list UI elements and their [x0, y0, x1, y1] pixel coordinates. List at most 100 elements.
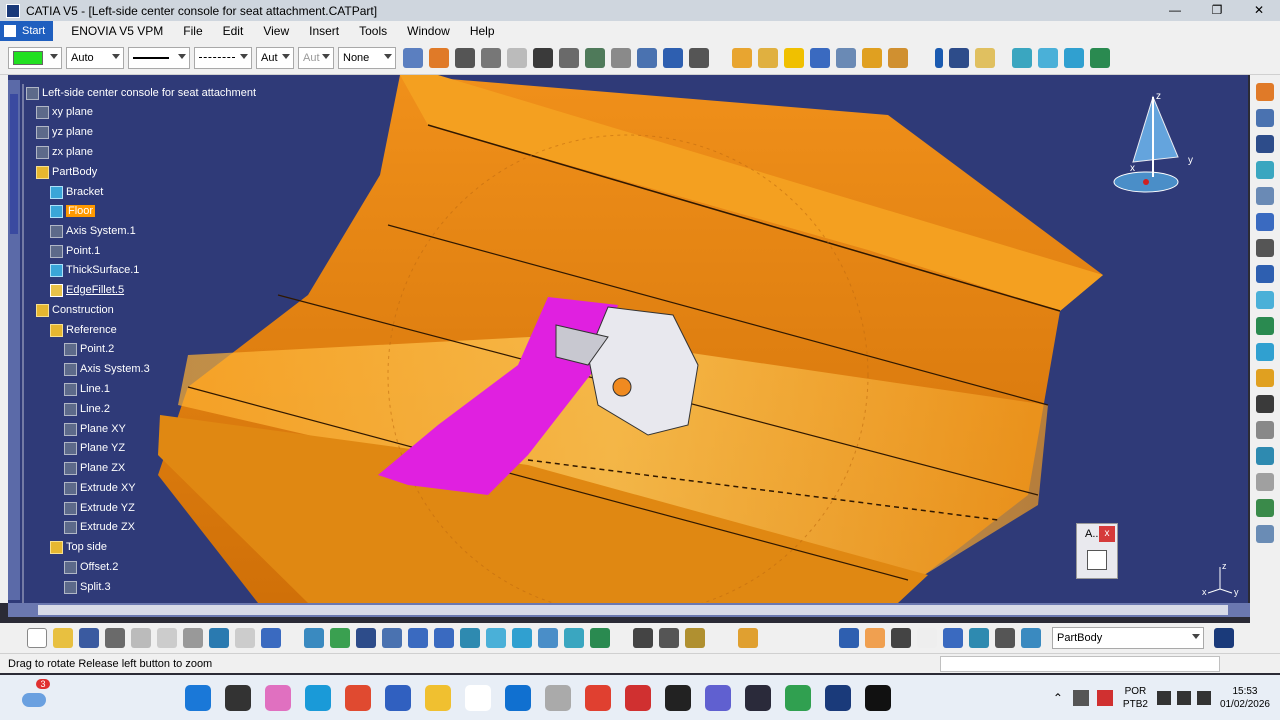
- grid-icon[interactable]: [533, 47, 553, 68]
- mouse-icon[interactable]: [545, 684, 571, 711]
- axis-tool-icon[interactable]: [891, 628, 911, 648]
- blend-icon[interactable]: [1256, 473, 1274, 491]
- position-sketch-icon[interactable]: [1256, 135, 1274, 153]
- menu-tools[interactable]: Tools: [349, 21, 397, 41]
- new-icon[interactable]: [27, 628, 47, 648]
- hide-show-icon[interactable]: [564, 628, 584, 648]
- formula-icon[interactable]: [455, 47, 475, 68]
- windows-start-icon[interactable]: [185, 684, 211, 711]
- restore-button[interactable]: ❐: [1196, 0, 1238, 21]
- pan-icon[interactable]: [356, 628, 376, 648]
- menu-view[interactable]: View: [253, 21, 299, 41]
- update-icon[interactable]: [839, 628, 859, 648]
- swap-space-icon[interactable]: [590, 628, 610, 648]
- print-icon[interactable]: [105, 628, 125, 648]
- catia-taskbar-icon[interactable]: [745, 684, 771, 711]
- multi-view-icon[interactable]: [486, 628, 506, 648]
- tree-node-reference[interactable]: Reference: [50, 321, 117, 339]
- layer-select[interactable]: None: [338, 46, 396, 69]
- redo-icon[interactable]: [235, 628, 255, 648]
- link-icon[interactable]: [507, 47, 527, 68]
- explorer-icon[interactable]: [425, 684, 451, 711]
- tree-node-floor[interactable]: Floor: [50, 202, 96, 220]
- pad-icon[interactable]: [732, 47, 752, 68]
- surface-icon[interactable]: [1038, 47, 1058, 68]
- language-indicator[interactable]: POR PTB2: [1123, 685, 1148, 711]
- extract-icon[interactable]: [1256, 213, 1274, 231]
- menu-enovia[interactable]: ENOVIA V5 VPM: [61, 21, 173, 41]
- fillet-tool-icon[interactable]: [1256, 239, 1274, 257]
- tree-node-line-1[interactable]: Line.1: [64, 380, 110, 398]
- multi-output-icon[interactable]: [1256, 421, 1274, 439]
- constraints-icon[interactable]: [969, 628, 989, 648]
- tree-node-point-1[interactable]: Point.1: [50, 242, 100, 260]
- thick-surface-icon[interactable]: [1064, 47, 1084, 68]
- measure-inertia-icon[interactable]: [685, 628, 705, 648]
- toolbar-overflow-icon[interactable]: [1256, 525, 1274, 543]
- menu-edit[interactable]: Edit: [213, 21, 254, 41]
- measure-item-icon[interactable]: [659, 628, 679, 648]
- tree-node-axis-system-1[interactable]: Axis System.1: [50, 222, 136, 240]
- comment-icon[interactable]: [481, 47, 501, 68]
- point-type-select[interactable]: Aut: [256, 46, 294, 69]
- minimize-button[interactable]: —: [1154, 0, 1196, 21]
- chrome-icon[interactable]: [585, 684, 611, 711]
- tree-node-thicksurface-1[interactable]: ThickSurface.1: [50, 261, 139, 279]
- tree-node-plane-yz[interactable]: Plane YZ: [64, 439, 125, 457]
- network-icon[interactable]: [1072, 689, 1089, 706]
- rotate-icon[interactable]: [382, 628, 402, 648]
- open-icon[interactable]: [53, 628, 73, 648]
- chrome-profile-icon[interactable]: [785, 684, 811, 711]
- 3d-viewport[interactable]: z x y z x y: [8, 75, 1248, 603]
- fit-all-in-icon[interactable]: [330, 628, 350, 648]
- pattern-icon[interactable]: [1256, 499, 1274, 517]
- eraser-icon[interactable]: [1021, 628, 1041, 648]
- extrapolate-icon[interactable]: [1256, 291, 1274, 309]
- analysis-icon[interactable]: [611, 47, 631, 68]
- boundary-icon[interactable]: [1256, 395, 1274, 413]
- surface-join-icon[interactable]: [1256, 161, 1274, 179]
- catia-v5-icon[interactable]: [825, 684, 851, 711]
- paste-icon[interactable]: [183, 628, 203, 648]
- menu-file[interactable]: File: [173, 21, 212, 41]
- tree-node-construction[interactable]: Construction: [36, 301, 114, 319]
- wifi-icon[interactable]: [1156, 690, 1171, 705]
- painter-icon[interactable]: [403, 47, 423, 68]
- undo-icon[interactable]: [209, 628, 229, 648]
- translate-icon[interactable]: [1256, 265, 1274, 283]
- outlook-icon[interactable]: [505, 684, 531, 711]
- measure-between-icon[interactable]: [633, 628, 653, 648]
- manipulate-icon[interactable]: [865, 628, 885, 648]
- fill-icon[interactable]: [1256, 447, 1274, 465]
- shading-icon[interactable]: [538, 628, 558, 648]
- tree-node-offset-2[interactable]: Offset.2: [64, 558, 118, 576]
- exit-sketch-icon[interactable]: [1087, 550, 1107, 570]
- cut-icon[interactable]: [131, 628, 151, 648]
- tree-node-top-side[interactable]: Top side: [50, 538, 107, 556]
- tree-node-partbody[interactable]: PartBody: [36, 163, 97, 181]
- properties-icon[interactable]: [429, 47, 449, 68]
- thread-icon[interactable]: [888, 47, 908, 68]
- battery-icon[interactable]: [1196, 690, 1211, 705]
- tree-scrollbar[interactable]: [8, 80, 20, 600]
- healing-icon[interactable]: [1256, 187, 1274, 205]
- line-type-select[interactable]: [194, 46, 252, 69]
- menu-insert[interactable]: Insert: [299, 21, 349, 41]
- start-menu[interactable]: Start: [0, 21, 54, 41]
- tree-root[interactable]: Left-side center console for seat attach…: [26, 84, 256, 102]
- capcut-icon[interactable]: [865, 684, 891, 711]
- whats-this-icon[interactable]: [261, 628, 281, 648]
- save-icon[interactable]: [79, 628, 99, 648]
- tree-node-xy-plane[interactable]: xy plane: [36, 103, 93, 121]
- clock[interactable]: 15:53 01/02/2026: [1220, 685, 1270, 711]
- weather-widget[interactable]: 3: [22, 678, 50, 711]
- hole-icon[interactable]: [862, 47, 882, 68]
- tree-node-yz-plane[interactable]: yz plane: [36, 123, 93, 141]
- antivirus-icon[interactable]: [1096, 689, 1113, 706]
- edge-icon[interactable]: [305, 684, 331, 711]
- split-icon[interactable]: [1090, 47, 1110, 68]
- scale-icon[interactable]: [917, 628, 937, 648]
- tree-node-axis-system-3[interactable]: Axis System.3: [64, 360, 150, 378]
- tree-node-bracket[interactable]: Bracket: [50, 183, 103, 201]
- copy-icon[interactable]: [157, 628, 177, 648]
